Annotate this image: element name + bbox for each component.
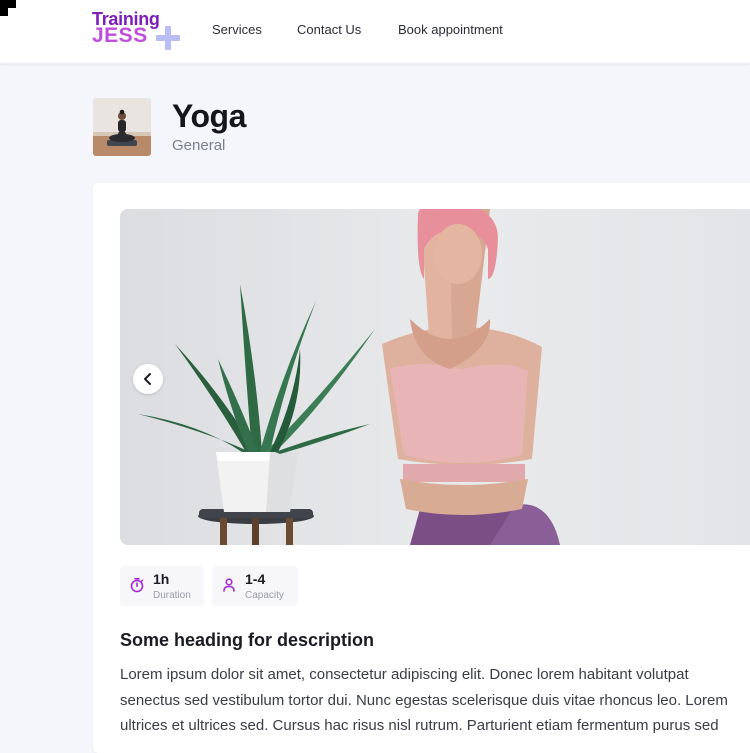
description-body: Lorem ipsum dolor sit amet, consectetur … — [120, 662, 750, 739]
plus-icon — [156, 26, 180, 50]
nav-link-services[interactable]: Services — [212, 22, 262, 37]
top-navigation-bar: Training JESS Services Contact Us Book a… — [0, 0, 750, 64]
duration-label: Duration — [153, 590, 191, 601]
nav-link-book-appointment[interactable]: Book appointment — [398, 22, 503, 37]
stopwatch-icon — [129, 577, 145, 598]
class-thumbnail — [93, 98, 151, 156]
brand-logo[interactable]: Training JESS — [92, 9, 184, 50]
description-line: Lorem ipsum dolor sit amet, consectetur … — [120, 666, 689, 683]
corner-marker — [0, 0, 16, 16]
description-heading: Some heading for description — [120, 630, 375, 650]
capacity-stat: 1-4 Capacity — [212, 566, 298, 606]
capacity-value: 1-4 — [245, 571, 266, 587]
person-icon — [221, 577, 237, 598]
capacity-label: Capacity — [245, 590, 284, 601]
description-line: senectus sed vestibulum tortor dui. Nunc… — [120, 691, 728, 709]
carousel-prev-button[interactable] — [133, 364, 163, 394]
duration-value: 1h — [153, 571, 170, 587]
page-title: Yoga — [172, 98, 246, 134]
class-category: General — [172, 137, 226, 154]
nav-link-contact-us[interactable]: Contact Us — [297, 22, 361, 37]
brand-logo-line2: JESS — [92, 24, 148, 47]
duration-stat: 1h Duration — [120, 566, 204, 606]
description-line: ultrices et ultrices sed. Cursus hac ris… — [120, 717, 719, 734]
carousel-image — [120, 209, 750, 545]
